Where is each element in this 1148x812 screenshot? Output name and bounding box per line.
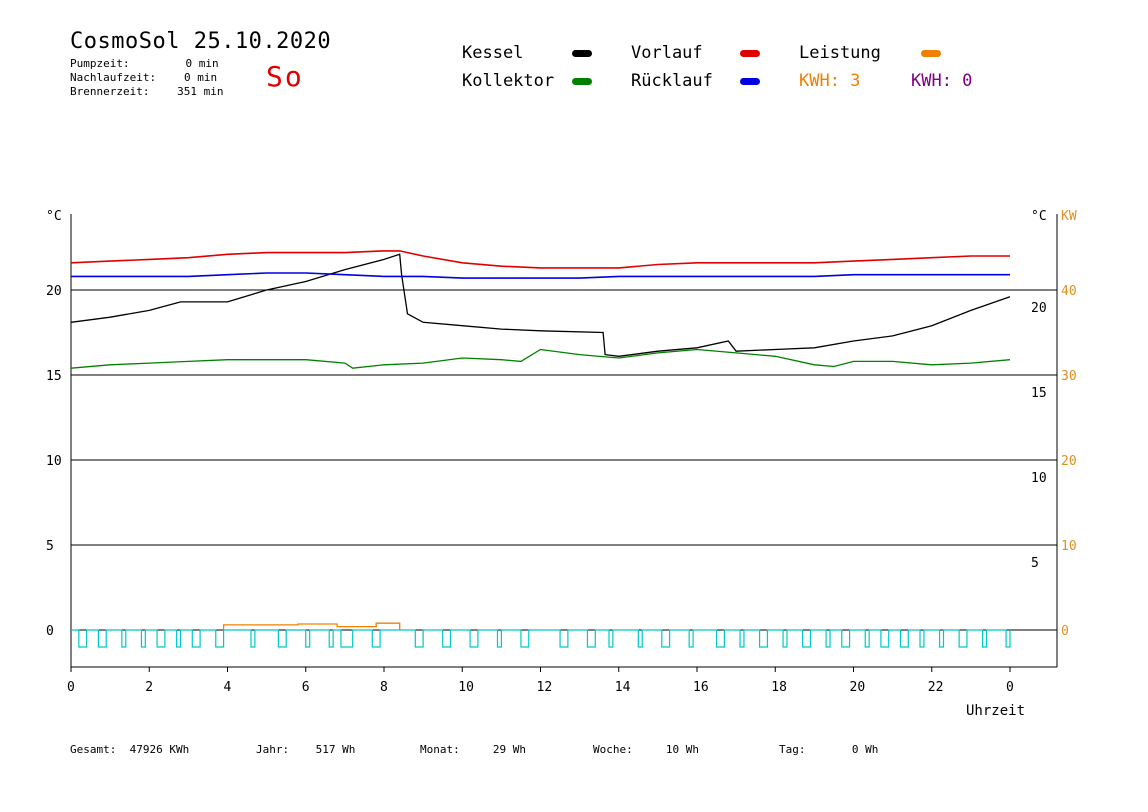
series-layer xyxy=(70,250,1011,648)
y2-tick-0: 0 xyxy=(1061,624,1069,639)
y2-unit: KW xyxy=(1061,209,1077,224)
y-tick-right-5: 5 xyxy=(1031,556,1039,571)
x-tick-label-1: 2 xyxy=(145,680,153,695)
footer-woche: Woche: 10 Wh xyxy=(593,743,699,756)
y-unit-right: °C xyxy=(1031,209,1047,224)
y-tick-right-15: 15 xyxy=(1031,386,1047,401)
grid-layer xyxy=(70,214,1058,672)
x-tick-label-12: 0 xyxy=(1006,680,1014,695)
y-tick-left-5: 5 xyxy=(46,539,54,554)
footer-monat: Monat: 29 Wh xyxy=(420,743,526,756)
series-pump xyxy=(71,629,1011,648)
footer-gesamt: Gesamt: 47926 KWh xyxy=(70,743,190,756)
x-tick-label-4: 8 xyxy=(380,680,388,695)
series-vorlauf xyxy=(70,250,1010,269)
x-tick-label-0: 0 xyxy=(67,680,75,695)
y-tick-right-20: 20 xyxy=(1031,301,1047,316)
x-axis-title: Uhrzeit xyxy=(966,703,1025,719)
x-tick-label-7: 14 xyxy=(615,680,631,695)
x-tick-label-2: 4 xyxy=(224,680,232,695)
y-tick-left-15: 15 xyxy=(46,369,62,384)
y2-tick-5: 10 xyxy=(1061,539,1077,554)
x-tick-label-5: 10 xyxy=(458,680,474,695)
x-tick-label-9: 18 xyxy=(771,680,787,695)
x-tick-label-3: 6 xyxy=(302,680,310,695)
footer-jahr: Jahr: 517 Wh xyxy=(256,743,356,756)
y2-tick-20: 40 xyxy=(1061,284,1077,299)
x-tick-label-10: 20 xyxy=(850,680,866,695)
y-tick-right-10: 10 xyxy=(1031,471,1047,486)
y-tick-left-10: 10 xyxy=(46,454,62,469)
temperature-chart: 20 20 40 15 15 30 10 10 20 5 5 10 0 0 °C °C KW 0 2 4 6 8 10 12 1… xyxy=(46,209,1077,719)
series-ruecklauf xyxy=(71,272,1010,279)
series-kollektor xyxy=(70,348,1011,369)
y-tick-left-0: 0 xyxy=(46,624,54,639)
footer-tag: Tag: 0 Wh xyxy=(779,743,879,756)
series-kessel xyxy=(70,253,1011,357)
y-unit-left: °C xyxy=(46,209,62,224)
x-tick-label-8: 16 xyxy=(693,680,709,695)
x-tick-label-11: 22 xyxy=(928,680,944,695)
series-leistung xyxy=(222,622,401,630)
x-tick-label-6: 12 xyxy=(537,680,553,695)
y2-tick-10: 20 xyxy=(1061,454,1077,469)
y-tick-left-20: 20 xyxy=(46,284,62,299)
y2-tick-15: 30 xyxy=(1061,369,1077,384)
